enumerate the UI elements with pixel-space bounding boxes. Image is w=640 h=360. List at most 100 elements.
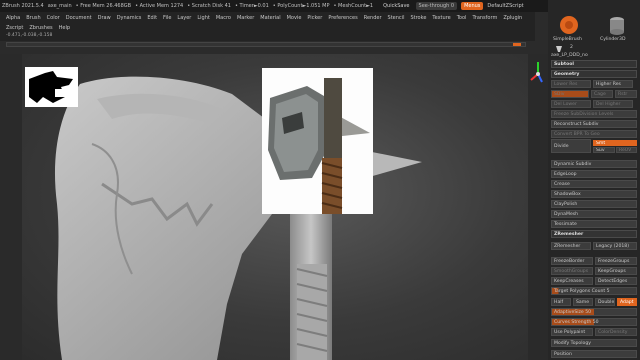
keepgroups-button[interactable]: KeepGroups	[595, 267, 637, 275]
menu-stencil[interactable]: Stencil	[388, 15, 405, 21]
menu-render[interactable]: Render	[364, 15, 382, 21]
geometry-section[interactable]: Geometry	[551, 70, 637, 78]
reconstruct-subdiv-button[interactable]: Reconstruct Subdiv	[551, 120, 637, 128]
menu-color[interactable]: Color	[47, 15, 60, 21]
higher-res-button[interactable]: Higher Res	[593, 80, 633, 88]
menu-file[interactable]: File	[163, 15, 171, 21]
reuv-toggle[interactable]: ReUV	[616, 146, 637, 153]
current-tool-label: axe_LP_DDD_no	[551, 53, 588, 58]
title-bar: ZBrush 2021.5.4 axe_main • Free Mem 26.4…	[0, 0, 640, 12]
document-name: axe_main	[47, 3, 72, 9]
navigation-gizmo[interactable]	[528, 54, 548, 144]
subtool-section[interactable]: Subtool	[551, 60, 637, 68]
menu-light[interactable]: Light	[197, 15, 209, 21]
dynamesh-section[interactable]: DynaMesh	[551, 210, 637, 218]
cylinder3d-icon	[610, 17, 624, 35]
menu-document[interactable]: Document	[66, 15, 92, 21]
menu-zbrushes[interactable]: Zbrushes	[29, 25, 52, 31]
slider-knob[interactable]	[513, 43, 521, 46]
left-tray	[0, 54, 22, 360]
freezeborder-button[interactable]: FreezeBorder	[551, 257, 593, 265]
divide-button[interactable]: Divide	[551, 139, 591, 153]
silhouette-icon	[29, 71, 73, 103]
timer: • Timer►0.01	[234, 3, 269, 9]
menu-draw[interactable]: Draw	[98, 15, 111, 21]
menu-zplugin[interactable]: Zplugin	[503, 15, 522, 21]
modify-topology-section[interactable]: Modify Topology	[551, 339, 637, 347]
zremesher-button[interactable]: ZRemesher	[551, 242, 591, 250]
free-mem: • Free Mem 26.468GB	[75, 3, 132, 9]
convert-bpr-button[interactable]: Convert BPR To Geo	[551, 130, 637, 138]
menu-brush[interactable]: Brush	[26, 15, 40, 21]
cage-button[interactable]: Cage	[591, 90, 613, 98]
scratch-disk: • Scratch Disk 41	[187, 3, 231, 9]
adaptivesize-slider[interactable]: AdaptiveSize 50	[551, 308, 637, 316]
alpha-thumbnail	[25, 67, 78, 107]
colordensity-slider[interactable]: ColorDensity	[595, 328, 637, 336]
menu-movie[interactable]: Movie	[287, 15, 302, 21]
smoothgroups-button[interactable]: SmoothGroups	[551, 267, 593, 275]
cylinder3d-thumbnail[interactable]	[604, 14, 630, 36]
menus-button[interactable]: Menus	[461, 2, 484, 10]
zremesher-section[interactable]: ZRemesher	[551, 230, 637, 238]
shadowbox-section[interactable]: ShadowBox	[551, 190, 637, 198]
brush-thumbnails: SimpleBrush Cylinder3D 2 axe_LP_DDD_no	[548, 12, 640, 58]
double-button[interactable]: Double	[595, 298, 615, 306]
meshcount: • MeshCount►1	[333, 3, 374, 9]
del-higher-button[interactable]: Del Higher	[593, 100, 633, 108]
simplebrush-label: SimpleBrush	[553, 37, 582, 42]
default-script-button[interactable]: DefaultZScript	[487, 3, 523, 9]
menu-dynamics[interactable]: Dynamics	[117, 15, 142, 21]
active-mem: • Active Mem 1274	[135, 3, 184, 9]
axe-tool-icon	[556, 46, 562, 52]
menu-bar-secondary: Zscript Zbrushes Help	[0, 23, 535, 33]
right-tray	[528, 54, 548, 360]
top-shelf-slider[interactable]	[6, 42, 526, 47]
menu-zscript[interactable]: Zscript	[6, 25, 23, 31]
menu-transform[interactable]: Transform	[472, 15, 497, 21]
menu-tool[interactable]: Tool	[457, 15, 467, 21]
quicksave-button[interactable]: QuickSave	[383, 3, 409, 9]
legacy-button[interactable]: Legacy (2018)	[593, 242, 637, 250]
suv-toggle[interactable]: Suv	[593, 146, 615, 153]
freeze-subdivision-button[interactable]: Freeze SubDivision Levels	[551, 110, 637, 118]
dynamic-subdiv-section[interactable]: Dynamic Subdiv	[551, 160, 637, 168]
curves-strength-slider[interactable]: Curves Strength 50	[551, 318, 637, 326]
menu-edit[interactable]: Edit	[147, 15, 157, 21]
tessimate-section[interactable]: Tessimate	[551, 220, 637, 228]
sdiv-slider[interactable]: SDiv	[551, 90, 589, 98]
cylinder3d-label: Cylinder3D	[600, 37, 626, 42]
menu-layer[interactable]: Layer	[177, 15, 191, 21]
rstr-button[interactable]: Rstr	[615, 90, 637, 98]
edgeloop-section[interactable]: EdgeLoop	[551, 170, 637, 178]
tool-count: 2	[570, 45, 573, 50]
use-polypaint-button[interactable]: Use Polypaint	[551, 328, 593, 336]
adapt-toggle[interactable]: Adapt	[617, 298, 637, 306]
menu-stroke[interactable]: Stroke	[410, 15, 426, 21]
simplebrush-thumbnail[interactable]	[556, 14, 582, 36]
position-section[interactable]: Position	[551, 350, 637, 358]
menu-help[interactable]: Help	[59, 25, 70, 31]
detectedges-button[interactable]: DetectEdges	[595, 277, 637, 285]
reference-axe-icon	[268, 78, 370, 214]
target-polygons-slider[interactable]: Target Polygons Count 5	[551, 287, 637, 295]
simplebrush-icon	[560, 16, 578, 34]
half-button[interactable]: Half	[551, 298, 571, 306]
menu-preferences[interactable]: Preferences	[328, 15, 357, 21]
menu-texture[interactable]: Texture	[432, 15, 450, 21]
del-lower-button[interactable]: Del Lower	[551, 100, 591, 108]
menu-picker[interactable]: Picker	[307, 15, 322, 21]
same-button[interactable]: Same	[573, 298, 593, 306]
menu-alpha[interactable]: Alpha	[6, 15, 20, 21]
lower-res-button[interactable]: Lower Res	[551, 80, 591, 88]
menu-material[interactable]: Material	[260, 15, 280, 21]
crease-section[interactable]: Crease	[551, 180, 637, 188]
menu-marker[interactable]: Marker	[237, 15, 254, 21]
seethrough-slider[interactable]: See-through 0	[415, 2, 458, 10]
smt-toggle[interactable]: Smt	[593, 139, 637, 146]
current-tool-thumbnail[interactable]	[554, 45, 584, 53]
menu-macro[interactable]: Macro	[216, 15, 231, 21]
claypolish-section[interactable]: ClayPolish	[551, 200, 637, 208]
freezegroups-button[interactable]: FreezeGroups	[595, 257, 637, 265]
keepcreases-button[interactable]: KeepCreases	[551, 277, 593, 285]
